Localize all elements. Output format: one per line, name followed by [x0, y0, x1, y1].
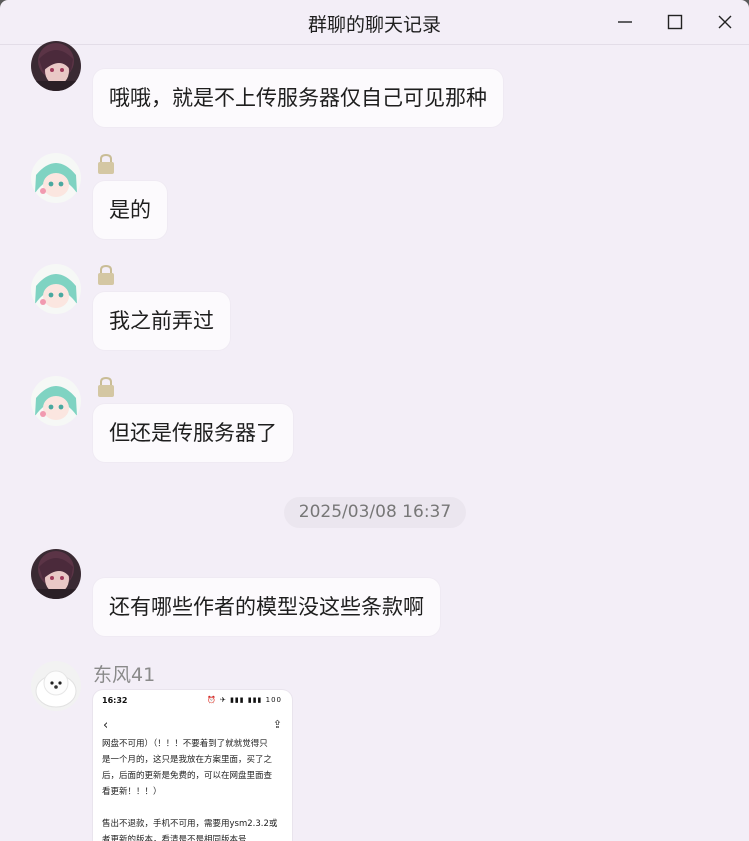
message-bubble: 但还是传服务器了 — [93, 404, 293, 462]
avatar-teal-hair-girl[interactable] — [31, 376, 81, 426]
timestamp-divider: 2025/03/08 16:37 — [284, 497, 466, 528]
message-bubble: 是的 — [93, 181, 167, 239]
phone-status-icons: ⏰ ✈ ▮▮▮ ▮▮▮ 100 — [207, 696, 282, 704]
chat-history-window: 群聊的聊天记录 哦哦，就是不上传服务器仅自己可见那种 是的 我之前弄过 但还是传… — [0, 0, 749, 841]
message-bubble: 我之前弄过 — [93, 292, 230, 350]
image-message-screenshot[interactable]: 16:32 ⏰ ✈ ▮▮▮ ▮▮▮ 100 ‹ ⇪ 网盘不可用）（！！！不要着到… — [93, 690, 292, 841]
avatar-dark-hair-girl[interactable] — [31, 549, 81, 599]
sender-name: 东风41 — [93, 664, 156, 686]
maximize-button[interactable] — [660, 8, 690, 36]
screenshot-text-line: 后，后面的更新是免费的，可以在网盘里面查 — [102, 771, 273, 781]
avatar-teal-hair-girl[interactable] — [31, 153, 81, 203]
lock-icon — [95, 376, 117, 398]
close-icon — [718, 15, 732, 29]
avatar-dark-hair-girl[interactable] — [31, 41, 81, 91]
share-icon: ⇪ — [272, 718, 282, 731]
message-bubble: 哦哦，就是不上传服务器仅自己可见那种 — [93, 69, 503, 127]
minimize-icon — [618, 21, 632, 23]
screenshot-text-line: 网盘不可用）（！！！不要着到了就就觉得只 — [102, 739, 268, 749]
screenshot-text-line: 是一个月的，这只是我放在方案里面，买了之 — [102, 755, 273, 765]
screenshot-text-line: 看更新！！！） — [102, 787, 162, 797]
message-bubble: 还有哪些作者的模型没这些条款啊 — [93, 578, 440, 636]
title-bar: 群聊的聊天记录 — [0, 0, 749, 45]
screenshot-text-line: 者更新的版本，看清是不是相同版本号 — [102, 835, 247, 841]
close-button[interactable] — [710, 8, 740, 36]
phone-status-time: 16:32 — [102, 696, 128, 705]
minimize-button[interactable] — [610, 8, 640, 36]
maximize-icon — [667, 14, 683, 30]
avatar-teal-hair-girl[interactable] — [31, 264, 81, 314]
back-icon: ‹ — [103, 718, 109, 733]
lock-icon — [95, 153, 117, 175]
avatar-white-dog[interactable] — [31, 661, 81, 711]
lock-icon — [95, 264, 117, 286]
screenshot-text-line: 售出不退款，手机不可用，需要用ysm2.3.2或 — [102, 819, 278, 829]
